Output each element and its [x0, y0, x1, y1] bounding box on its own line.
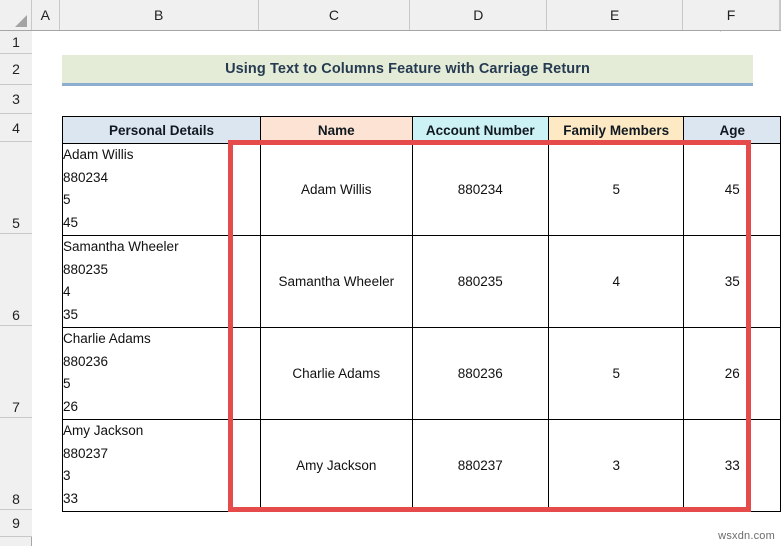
cell-family-members[interactable]: 5	[547, 327, 685, 420]
row-header-7[interactable]: 7	[0, 326, 32, 418]
column-header-c[interactable]: C	[258, 0, 411, 30]
select-all-corner-icon[interactable]	[0, 0, 32, 30]
sheet-title-banner: Using Text to Columns Feature with Carri…	[62, 55, 753, 86]
column-header-age[interactable]: Age	[683, 116, 781, 144]
column-header-d[interactable]: D	[410, 0, 548, 30]
row-header-2[interactable]: 2	[0, 54, 32, 85]
cell-account-number[interactable]: 880236	[411, 327, 549, 420]
column-header-name[interactable]: Name	[260, 116, 413, 144]
page-title: Using Text to Columns Feature with Carri…	[225, 61, 590, 77]
cell-family-members[interactable]: 4	[547, 235, 685, 328]
table-row: Samantha Wheeler 880235 4 35 Samantha Wh…	[61, 235, 781, 328]
cell-personal-details[interactable]: Samantha Wheeler 880235 4 35	[61, 235, 262, 328]
column-header-account-number[interactable]: Account Number	[411, 116, 549, 144]
row-header-5[interactable]: 5	[0, 142, 32, 234]
cell-account-number[interactable]: 880235	[411, 235, 549, 328]
table-row: Charlie Adams 880236 5 26 Charlie Adams …	[61, 327, 781, 420]
cell-name[interactable]: Adam Willis	[260, 143, 413, 236]
column-header-family-members[interactable]: Family Members	[547, 116, 685, 144]
table-row: Amy Jackson 880237 3 33 Amy Jackson 8802…	[61, 419, 781, 512]
row-header-4[interactable]: 4	[0, 114, 32, 142]
cell-age[interactable]: 33	[683, 419, 781, 512]
row-header-6[interactable]: 6	[0, 234, 32, 326]
watermark-label: wsxdn.com	[718, 530, 775, 542]
cell-personal-details[interactable]: Charlie Adams 880236 5 26	[61, 327, 262, 420]
cell-account-number[interactable]: 880237	[411, 419, 549, 512]
table-row: Adam Willis 880234 5 45 Adam Willis 8802…	[61, 143, 781, 236]
cell-family-members[interactable]: 5	[547, 143, 685, 236]
column-header-f[interactable]: F	[683, 0, 781, 30]
cell-name[interactable]: Charlie Adams	[260, 327, 413, 420]
data-table: Personal Details Name Account Number Fam…	[61, 116, 781, 512]
spreadsheet-canvas: A B C D E F 1 2 3 4 5 6 7 8 9 Using Text…	[0, 0, 781, 546]
column-header-e[interactable]: E	[547, 0, 684, 30]
row-header-8[interactable]: 8	[0, 418, 32, 510]
row-header-9[interactable]: 9	[0, 510, 32, 537]
column-header-b[interactable]: B	[59, 0, 259, 30]
row-header-bar: 1 2 3 4 5 6 7 8 9	[0, 31, 32, 546]
row-header-1[interactable]: 1	[0, 31, 32, 54]
table-header-row: Personal Details Name Account Number Fam…	[61, 116, 781, 144]
column-header-personal-details[interactable]: Personal Details	[61, 116, 262, 144]
cell-personal-details[interactable]: Amy Jackson 880237 3 33	[61, 419, 262, 512]
column-header-bar: A B C D E F	[0, 0, 781, 31]
cell-family-members[interactable]: 3	[547, 419, 685, 512]
cell-name[interactable]: Samantha Wheeler	[260, 235, 413, 328]
cell-age[interactable]: 26	[683, 327, 781, 420]
row-header-3[interactable]: 3	[0, 85, 32, 114]
column-header-a[interactable]: A	[31, 0, 60, 30]
grid-area: Using Text to Columns Feature with Carri…	[33, 32, 781, 546]
cell-account-number[interactable]: 880234	[411, 143, 549, 236]
cell-personal-details[interactable]: Adam Willis 880234 5 45	[61, 143, 262, 236]
cell-age[interactable]: 45	[683, 143, 781, 236]
cell-age[interactable]: 35	[683, 235, 781, 328]
cell-name[interactable]: Amy Jackson	[260, 419, 413, 512]
